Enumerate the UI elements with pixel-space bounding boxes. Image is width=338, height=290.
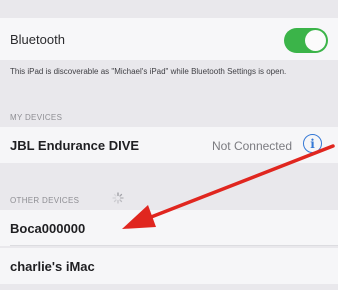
- row-divider: [10, 245, 338, 246]
- bluetooth-toggle[interactable]: [284, 28, 328, 53]
- device-status: Not Connected: [211, 139, 292, 153]
- bluetooth-row: Bluetooth: [0, 18, 338, 60]
- my-devices-header: MY DEVICES: [10, 113, 63, 122]
- other-devices-header: OTHER DEVICES: [10, 196, 80, 205]
- activity-spinner-icon: [112, 192, 124, 204]
- discoverable-footnote: This iPad is discoverable as "Michael's …: [10, 67, 287, 76]
- device-row-boca[interactable]: Boca000000: [0, 210, 338, 246]
- bluetooth-label: Bluetooth: [10, 32, 65, 47]
- device-name: JBL Endurance DIVE: [10, 138, 140, 153]
- device-name: charlie's iMac: [10, 259, 95, 274]
- info-icon[interactable]: i: [303, 134, 322, 153]
- device-row-imac[interactable]: charlie's iMac: [0, 248, 338, 284]
- device-row-jbl[interactable]: JBL Endurance DIVE Not Connected i: [0, 127, 338, 163]
- device-name: Boca000000: [10, 221, 86, 236]
- toggle-knob: [305, 30, 326, 51]
